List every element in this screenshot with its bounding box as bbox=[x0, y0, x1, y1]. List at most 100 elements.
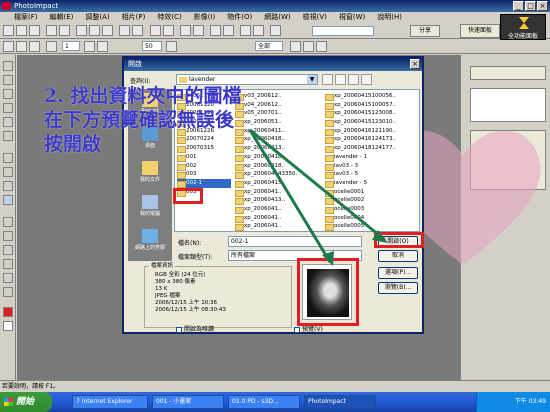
view-menu-icon[interactable] bbox=[361, 74, 372, 85]
file-item-col3[interactable]: lav03 - 5 bbox=[325, 170, 419, 179]
place-my-computer[interactable]: 我的電腦 bbox=[130, 195, 170, 217]
open-file-icon[interactable] bbox=[16, 25, 27, 36]
paste-icon[interactable] bbox=[102, 25, 113, 36]
file-item-col3[interactable]: xp_20060415123008.. bbox=[325, 109, 419, 119]
file-item-col3[interactable]: xp_20060415100056.. bbox=[325, 92, 419, 101]
file-item-col2[interactable]: xp_20060415.. bbox=[235, 179, 321, 188]
copy-icon[interactable] bbox=[89, 25, 100, 36]
crop-tool-icon[interactable] bbox=[3, 103, 13, 113]
hand-icon[interactable] bbox=[163, 25, 174, 36]
add-selection-icon[interactable] bbox=[16, 41, 27, 52]
text-icon[interactable] bbox=[240, 25, 251, 36]
back-icon[interactable] bbox=[322, 74, 333, 85]
panel-tabs[interactable] bbox=[470, 66, 546, 80]
task-photoimpact[interactable]: PhotoImpact bbox=[304, 395, 376, 409]
zoom-icon[interactable] bbox=[150, 25, 161, 36]
retouch-tool-icon[interactable] bbox=[3, 195, 13, 205]
readonly-checkbox-box[interactable] bbox=[176, 326, 182, 333]
color-icon[interactable] bbox=[210, 25, 221, 36]
file-item-col2[interactable]: xp_20060418.. bbox=[235, 162, 321, 171]
maximize-button[interactable]: □ bbox=[525, 1, 536, 11]
undo-icon[interactable] bbox=[119, 25, 130, 36]
layer-icon[interactable] bbox=[180, 25, 191, 36]
file-item-col3[interactable]: ocelle0003 bbox=[325, 205, 419, 214]
zoom-field-1[interactable]: 1 bbox=[62, 41, 80, 51]
option-icon-2[interactable] bbox=[303, 41, 314, 52]
start-button[interactable]: 開始 bbox=[0, 392, 52, 412]
transform-tool-icon[interactable] bbox=[3, 131, 13, 141]
menu-view[interactable]: 檢視(V) bbox=[303, 12, 327, 23]
clone-tool-icon[interactable] bbox=[3, 181, 13, 191]
menu-adjust[interactable]: 調整(A) bbox=[85, 12, 109, 23]
menu-web[interactable]: 網路(W) bbox=[264, 12, 290, 23]
file-item-col3[interactable]: lavender - 5 bbox=[325, 179, 419, 188]
menu-photo[interactable]: 相片(P) bbox=[122, 12, 146, 23]
close-button[interactable]: × bbox=[537, 1, 548, 11]
shape-circle-icon[interactable] bbox=[97, 41, 108, 52]
file-item-col3[interactable]: xp_20060416121190.. bbox=[325, 127, 419, 136]
file-item-col2[interactable]: xp_200604143350.. bbox=[235, 170, 321, 179]
brush-tool-icon[interactable] bbox=[3, 167, 13, 177]
file-item-col3[interactable]: xp_20060416124173.. bbox=[325, 135, 419, 145]
file-item-col3[interactable]: xp_20060418124177.. bbox=[325, 144, 419, 153]
menu-help[interactable]: 說明(H) bbox=[377, 12, 402, 23]
anti-alias-icon[interactable] bbox=[166, 41, 177, 52]
zoom-tool-icon[interactable] bbox=[3, 273, 13, 283]
menu-edit[interactable]: 編輯(E) bbox=[50, 12, 74, 23]
option-icon-1[interactable] bbox=[290, 41, 301, 52]
shape-icon[interactable] bbox=[46, 41, 57, 52]
wand-tool-icon[interactable] bbox=[3, 89, 13, 99]
subtract-selection-icon[interactable] bbox=[29, 41, 40, 52]
quick-panel-button[interactable]: 快速面板 bbox=[460, 24, 500, 38]
option-icon-3[interactable] bbox=[316, 41, 327, 52]
hand-tool-icon[interactable] bbox=[3, 287, 13, 297]
shape-square-icon[interactable] bbox=[84, 41, 95, 52]
file-item-col3[interactable]: lavender - 1 bbox=[325, 153, 419, 162]
readonly-checkbox[interactable]: 開啟為唯讀 bbox=[176, 324, 214, 333]
eye-tool-icon[interactable] bbox=[3, 153, 13, 163]
minimize-button[interactable]: _ bbox=[513, 1, 524, 11]
file-item-col3[interactable]: xp_20060415123010.. bbox=[325, 118, 419, 127]
file-item-col2[interactable]: xp_2006041.. bbox=[235, 188, 321, 197]
menu-image[interactable]: 影像(I) bbox=[194, 12, 216, 23]
up-folder-icon[interactable] bbox=[335, 74, 346, 85]
file-item-col2[interactable]: xp_20060413.. bbox=[235, 196, 321, 205]
dialog-close-button[interactable]: × bbox=[410, 59, 420, 69]
file-item-col3[interactable]: ocelle0002 bbox=[325, 196, 419, 205]
task-folder[interactable]: 01.0 PD - s3D... bbox=[228, 395, 300, 409]
filename-input[interactable]: 002-1 bbox=[228, 236, 362, 247]
chevron-down-icon[interactable]: ▼ bbox=[307, 75, 317, 84]
mode-select[interactable]: 全部 bbox=[255, 41, 283, 51]
fill-tool-icon[interactable] bbox=[3, 231, 13, 241]
file-item-col1[interactable]: 003 bbox=[177, 170, 231, 179]
brightness-icon[interactable] bbox=[223, 25, 234, 36]
file-item-col1[interactable]: 002-1 bbox=[177, 178, 231, 188]
background-color-swatch[interactable] bbox=[3, 321, 13, 331]
menu-effect[interactable]: 特效(C) bbox=[157, 12, 181, 23]
preview-checkbox-box[interactable] bbox=[294, 326, 300, 333]
eraser-tool-icon[interactable] bbox=[3, 217, 13, 227]
selection-mode-icon[interactable] bbox=[3, 41, 14, 52]
print-icon[interactable] bbox=[46, 25, 57, 36]
menu-window[interactable]: 視窗(W) bbox=[339, 12, 365, 23]
line-tool-icon[interactable] bbox=[3, 259, 13, 269]
share-button[interactable]: 分享 bbox=[410, 25, 440, 37]
redo-icon[interactable] bbox=[132, 25, 143, 36]
text-tool-icon[interactable] bbox=[3, 117, 13, 127]
file-item-col3[interactable]: lav03 - 3 bbox=[325, 162, 419, 171]
foreground-color-swatch[interactable] bbox=[3, 307, 13, 317]
search-field[interactable] bbox=[312, 26, 374, 36]
lasso-tool-icon[interactable] bbox=[3, 75, 13, 85]
filter-icon[interactable] bbox=[193, 25, 204, 36]
cancel-button[interactable]: 取消 bbox=[378, 250, 418, 262]
file-item-col1[interactable]: 002 bbox=[177, 162, 231, 171]
full-panel-button[interactable]: 全功能面板 bbox=[500, 14, 546, 40]
options-button[interactable]: 選項(P)... bbox=[378, 267, 418, 279]
save-icon[interactable] bbox=[29, 25, 40, 36]
place-network[interactable]: 網路上的芳鄰 bbox=[130, 229, 170, 251]
file-item-col2[interactable]: xp_2006041.. bbox=[235, 222, 321, 231]
shape-tool-icon[interactable] bbox=[3, 245, 13, 255]
task-paint[interactable]: 001 - 小畫家 bbox=[152, 395, 224, 409]
menu-object[interactable]: 物件(O) bbox=[227, 12, 252, 23]
new-file-icon[interactable] bbox=[3, 25, 14, 36]
